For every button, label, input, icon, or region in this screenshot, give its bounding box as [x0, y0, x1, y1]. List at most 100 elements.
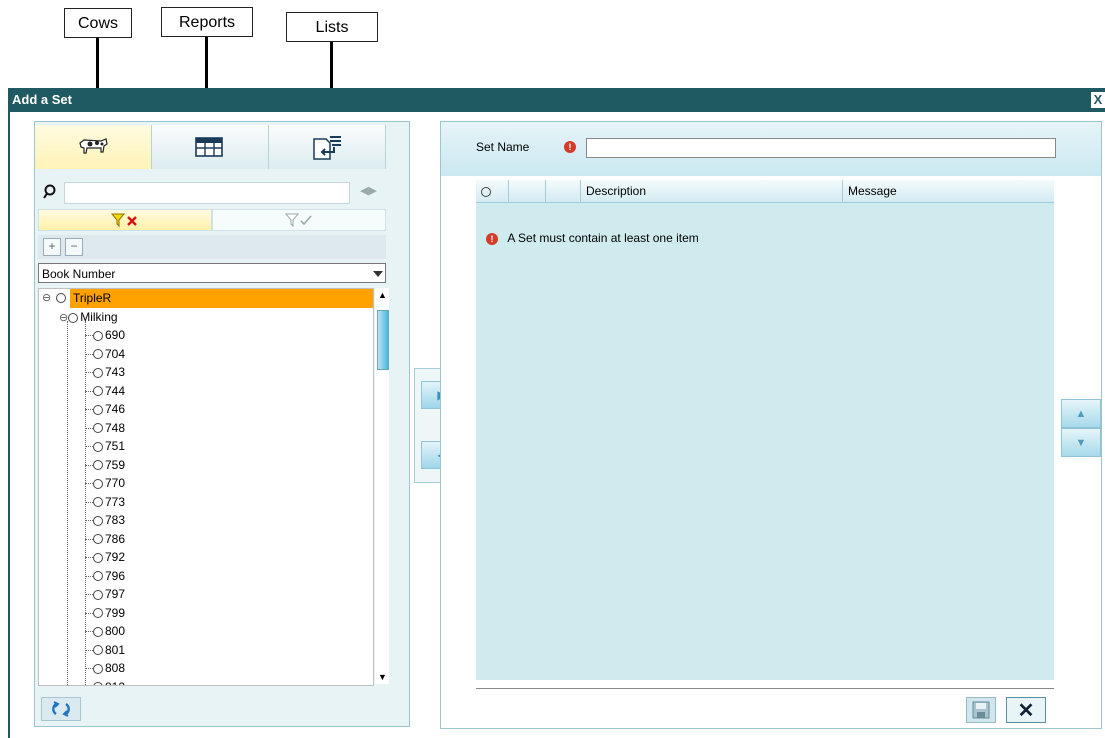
tree-item[interactable]: 746	[85, 400, 125, 418]
table-icon	[195, 137, 223, 157]
set-items-grid: Description Message ! A Set must contain…	[476, 180, 1054, 680]
tree-item[interactable]: 690	[85, 326, 125, 344]
tree-root-row[interactable]: ⊖ TripleR	[39, 289, 373, 308]
tree-item[interactable]: 759	[85, 456, 125, 474]
selection-panel: ◀▶ + − Book Number ⊖ TripleR ⊖ Milking 6…	[34, 121, 410, 727]
tree-item[interactable]: 808	[85, 659, 125, 677]
tree-item[interactable]: 743	[85, 363, 125, 381]
tree-item-radio[interactable]	[93, 330, 103, 341]
tree-connector	[85, 575, 93, 577]
chevron-down-icon	[373, 271, 383, 277]
collapse-icon[interactable]: ⊖	[42, 289, 51, 308]
filter-tabs	[38, 209, 386, 231]
dialog-title: Add a Set	[12, 92, 72, 107]
tree-item-radio[interactable]	[93, 349, 103, 360]
cancel-button[interactable]: ✕	[1006, 697, 1046, 723]
tree-item[interactable]: 786	[85, 530, 125, 548]
tree-item[interactable]: 796	[85, 567, 125, 585]
tree-item-radio[interactable]	[93, 626, 103, 637]
tree-item-radio[interactable]	[93, 404, 103, 415]
save-button[interactable]	[966, 697, 996, 723]
filter-clear-tab[interactable]	[38, 209, 212, 231]
set-name-input[interactable]	[586, 138, 1056, 158]
move-up-button[interactable]: ▲	[1061, 399, 1101, 428]
tree-item-label: 792	[105, 550, 126, 564]
tree-item-radio[interactable]	[93, 386, 103, 397]
tree-item-radio[interactable]	[93, 515, 103, 526]
tree-item-radio[interactable]	[93, 423, 103, 434]
tree-item-label: 799	[105, 605, 126, 620]
tab-lists[interactable]	[269, 125, 386, 169]
grid-header-description[interactable]: Description	[581, 180, 843, 202]
tab-reports[interactable]	[152, 125, 269, 169]
tree-item[interactable]: 783	[85, 511, 125, 529]
tree-item[interactable]: 748	[85, 419, 125, 437]
grid-header-message[interactable]: Message	[843, 180, 1054, 202]
collapse-all-icon[interactable]: −	[65, 238, 83, 256]
cow-tree: ⊖ TripleR ⊖ Milking 690 704 743 744 746 748 751…	[38, 288, 374, 686]
tree-item-radio[interactable]	[93, 441, 103, 452]
callout-lists: Lists	[286, 12, 378, 42]
refresh-button[interactable]	[41, 697, 81, 721]
tree-connector	[85, 483, 93, 484]
tree-item-radio[interactable]	[93, 460, 103, 471]
tree-item-label: 783	[105, 513, 126, 527]
tree-item[interactable]: 801	[85, 641, 125, 659]
tree-item[interactable]: 704	[85, 345, 125, 363]
tree-item-radio[interactable]	[93, 645, 103, 656]
tree-item-radio[interactable]	[93, 367, 103, 378]
tree-guide-line	[67, 321, 68, 685]
filter-apply-tab[interactable]	[212, 209, 386, 231]
tree-item-label: 751	[105, 439, 126, 453]
tree-item[interactable]: 770	[85, 474, 125, 492]
tree-item[interactable]: 800	[85, 622, 125, 640]
tree-connector	[85, 409, 93, 410]
root-radio[interactable]	[56, 293, 66, 303]
tree-scrollbar[interactable]: ▲ ▼	[375, 288, 389, 684]
set-name-label: Set Name	[476, 140, 530, 154]
dialog-actions: ✕	[476, 688, 1054, 725]
required-icon: !	[564, 141, 576, 153]
tree-item[interactable]: 797	[85, 585, 125, 603]
tree-connector	[85, 631, 93, 632]
scroll-thumb[interactable]	[377, 310, 389, 370]
search-nav-icon[interactable]: ◀▶	[360, 184, 377, 197]
tree-item[interactable]: 799	[85, 604, 125, 622]
tree-connector	[85, 557, 93, 558]
tree-connector	[85, 464, 93, 466]
tree-connector	[85, 335, 93, 336]
callout-cows: Cows	[64, 8, 132, 38]
tree-item-radio[interactable]	[93, 571, 103, 582]
move-down-button[interactable]: ▼	[1061, 428, 1101, 457]
tree-item-radio[interactable]	[93, 589, 103, 600]
tab-cows[interactable]	[35, 125, 152, 169]
tree-item[interactable]: 792	[85, 548, 125, 566]
tree-item[interactable]: 773	[85, 493, 125, 511]
grid-header-select[interactable]	[476, 180, 509, 202]
scroll-up-icon[interactable]: ▲	[378, 290, 387, 300]
select-all-radio[interactable]	[481, 186, 491, 197]
expand-all-icon[interactable]: +	[43, 238, 61, 256]
tree-item[interactable]: 744	[85, 382, 125, 400]
tree-connector	[85, 353, 93, 355]
tree-item-radio[interactable]	[93, 534, 103, 545]
close-icon[interactable]: X	[1091, 92, 1105, 108]
tree-item-radio[interactable]	[93, 497, 103, 508]
tree-item-label: 744	[105, 383, 126, 398]
tree-item-radio[interactable]	[93, 682, 103, 685]
search-input[interactable]	[64, 182, 350, 204]
tree-item-radio[interactable]	[93, 552, 103, 563]
group-radio[interactable]	[68, 312, 79, 323]
tree-item[interactable]: 812	[85, 678, 125, 685]
tree-item-radio[interactable]	[93, 478, 103, 489]
tree-item-radio[interactable]	[93, 663, 103, 674]
tree-item[interactable]: 751	[85, 437, 125, 455]
scroll-down-icon[interactable]: ▼	[378, 672, 387, 682]
list-import-icon	[313, 136, 341, 160]
search-row: ◀▶	[38, 182, 386, 204]
tree-item-radio[interactable]	[93, 608, 103, 619]
tree-item-label: 800	[105, 624, 126, 638]
grid-header: Description Message	[476, 180, 1054, 203]
sort-select[interactable]: Book Number	[38, 263, 386, 283]
tree-connector	[85, 668, 93, 669]
